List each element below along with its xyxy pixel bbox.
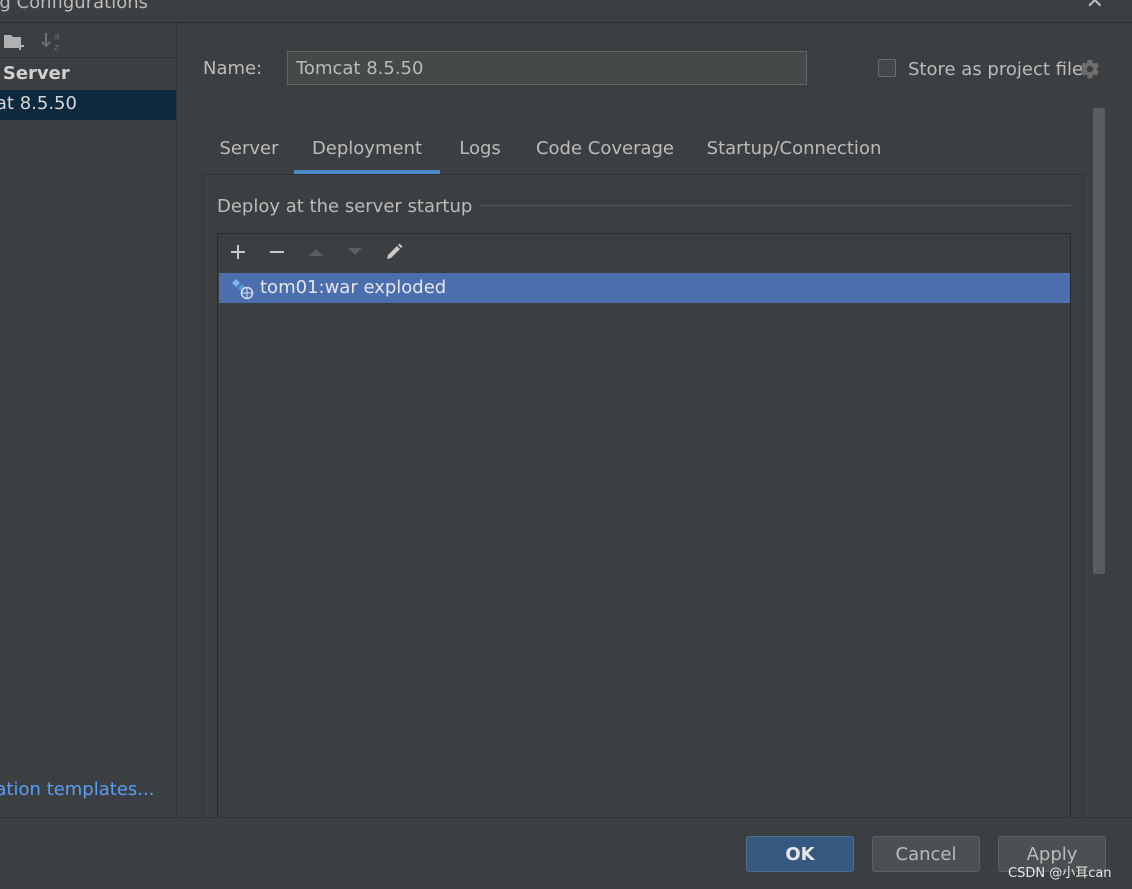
name-label: Name: bbox=[203, 58, 263, 79]
new-folder-icon[interactable] bbox=[2, 29, 26, 58]
watermark: CSDN @小耳can bbox=[1008, 866, 1112, 881]
deployment-toolbar bbox=[218, 234, 1070, 272]
edit-templates-link[interactable]: ration templates... bbox=[0, 779, 154, 800]
tab-logs[interactable]: Logs bbox=[440, 128, 520, 174]
configurations-sidebar: a z t Server cat 8.5.50 ration templates… bbox=[0, 23, 177, 817]
store-as-project-file-label[interactable]: Store as project file bbox=[908, 59, 1083, 80]
edit-icon[interactable] bbox=[384, 242, 404, 267]
deployment-list: tom01:war exploded bbox=[218, 273, 1070, 833]
vertical-scrollbar[interactable] bbox=[1093, 108, 1105, 574]
tab-server[interactable]: Server bbox=[204, 128, 294, 174]
title-bar: ug Configurations ✕ bbox=[0, 0, 1132, 23]
svg-text:z: z bbox=[54, 43, 59, 53]
svg-text:a: a bbox=[54, 32, 60, 42]
store-as-project-file-checkbox[interactable] bbox=[878, 59, 896, 77]
deployment-list-box: tom01:war exploded bbox=[217, 233, 1071, 833]
tree-item-label: cat 8.5.50 bbox=[0, 93, 77, 114]
gear-icon[interactable] bbox=[1079, 58, 1101, 85]
artifact-web-icon bbox=[231, 278, 255, 305]
move-up-icon bbox=[306, 242, 326, 267]
list-item[interactable]: tom01:war exploded bbox=[219, 273, 1070, 303]
add-icon[interactable] bbox=[228, 242, 248, 267]
remove-icon[interactable] bbox=[267, 242, 287, 267]
section-title: Deploy at the server startup bbox=[217, 196, 481, 217]
tab-deployment[interactable]: Deployment bbox=[294, 128, 440, 174]
dialog-footer: OK Cancel Apply bbox=[0, 817, 1132, 889]
tab-startup-connection[interactable]: Startup/Connection bbox=[690, 128, 898, 174]
tree-item-tomcat[interactable]: cat 8.5.50 bbox=[0, 90, 176, 120]
cancel-button[interactable]: Cancel bbox=[872, 836, 980, 872]
window-title: ug Configurations bbox=[0, 0, 149, 13]
list-item-label: tom01:war exploded bbox=[260, 277, 447, 298]
section-divider bbox=[466, 205, 1071, 206]
close-icon[interactable]: ✕ bbox=[1086, 0, 1104, 13]
move-down-icon bbox=[345, 242, 365, 267]
name-input[interactable] bbox=[287, 51, 807, 85]
ok-button[interactable]: OK bbox=[746, 836, 854, 872]
tree-group-tomcat-server[interactable]: t Server bbox=[0, 63, 70, 84]
tab-code-coverage[interactable]: Code Coverage bbox=[520, 128, 690, 174]
sidebar-toolbar: a z bbox=[0, 27, 176, 58]
sort-alphabetically-icon[interactable]: a z bbox=[40, 29, 64, 58]
